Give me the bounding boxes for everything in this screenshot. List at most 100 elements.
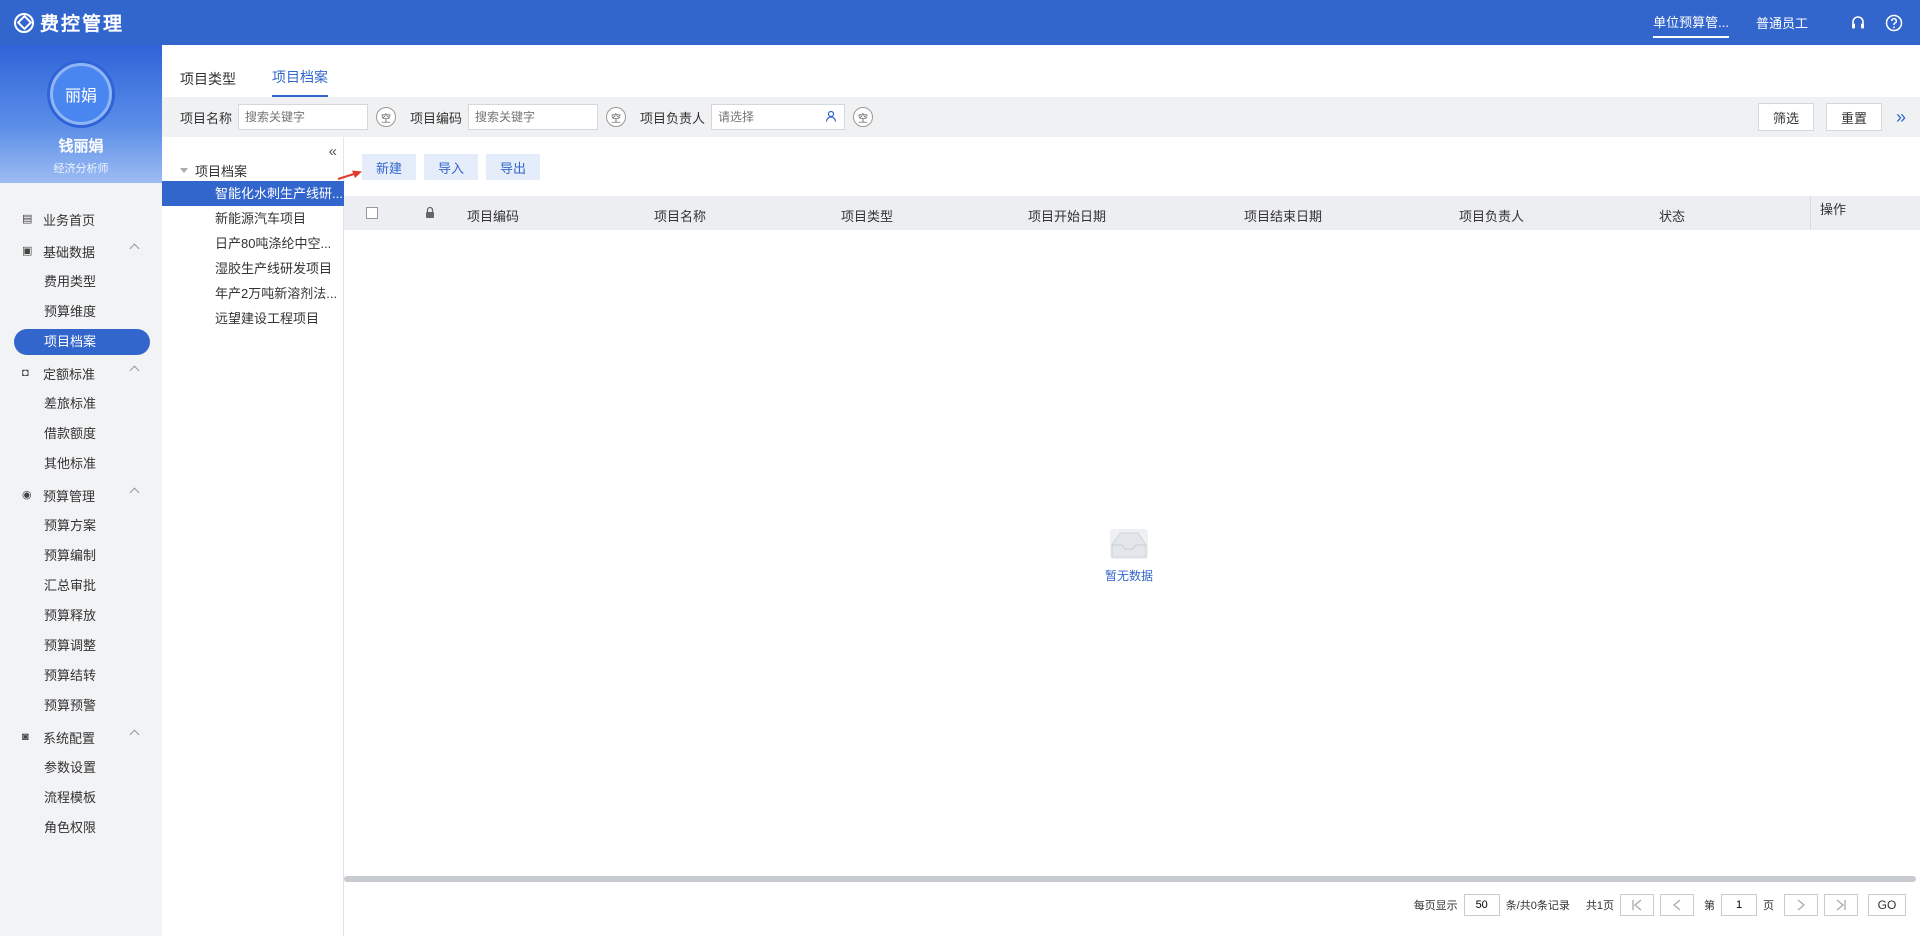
column-header-code[interactable]: 项目编码 bbox=[467, 206, 519, 225]
nav-item-budget-adjust[interactable]: 预算调整 bbox=[0, 633, 162, 659]
chevron-up-icon bbox=[129, 365, 140, 376]
page-number-input[interactable] bbox=[1721, 894, 1757, 916]
nav-group-config[interactable]: ◙ 系统配置 bbox=[0, 723, 162, 751]
nav-item-budget-warning[interactable]: 预算预警 bbox=[0, 693, 162, 719]
project-code-input[interactable] bbox=[468, 104, 599, 130]
tab-project-type[interactable]: 项目类型 bbox=[180, 69, 236, 97]
headset-icon[interactable] bbox=[1848, 13, 1868, 33]
chevron-up-icon bbox=[129, 243, 140, 254]
column-header-status[interactable]: 状态 bbox=[1659, 206, 1685, 225]
monitor-icon: ▣ bbox=[22, 245, 33, 257]
user-menu[interactable]: 普通员工 bbox=[1756, 13, 1808, 32]
clear-name-button[interactable]: 空 bbox=[376, 107, 397, 127]
new-button[interactable]: 新建 bbox=[362, 154, 417, 180]
action-toolbar: 新建 导入 导出 bbox=[362, 154, 548, 180]
nav-item-expense-type[interactable]: 费用类型 bbox=[0, 269, 162, 295]
annotation-arrow-icon bbox=[337, 170, 362, 180]
nav-group-budget[interactable]: ◉ 预算管理 bbox=[0, 481, 162, 509]
nav-item-budget-release[interactable]: 预算释放 bbox=[0, 603, 162, 629]
import-button[interactable]: 导入 bbox=[424, 154, 479, 180]
nav-item-role-permission[interactable]: 角色权限 bbox=[0, 815, 162, 841]
profile-name: 钱丽娟 bbox=[58, 138, 104, 155]
nav-group-quota[interactable]: ◘ 定额标准 bbox=[0, 359, 162, 387]
sidebar: 丽娟 钱丽娟 经济分析师 ▤ 业务首页 ▣ 基础数据 费用类型 预算维度 项目档… bbox=[0, 45, 162, 936]
per-page-label: 每页显示 bbox=[1413, 900, 1458, 912]
nav-item-budget-compile[interactable]: 预算编制 bbox=[0, 543, 162, 569]
project-name-label: 项目名称 bbox=[180, 110, 233, 126]
tree-root-label: 项目档案 bbox=[195, 164, 248, 179]
nav-item-summary-approval[interactable]: 汇总审批 bbox=[0, 573, 162, 599]
tree-node[interactable]: 新能源汽车项目 bbox=[162, 206, 344, 231]
nav-home-label: 业务首页 bbox=[43, 212, 96, 228]
column-header-name[interactable]: 项目名称 bbox=[654, 206, 706, 225]
project-name-input[interactable] bbox=[238, 104, 369, 130]
page-suffix: 页 bbox=[1763, 900, 1774, 912]
pagination: 每页显示 条/共0条记录 共1页 第 页 GO bbox=[344, 882, 1920, 928]
logo-icon bbox=[14, 12, 34, 33]
nav-item-budget-dimension[interactable]: 预算维度 bbox=[0, 299, 162, 325]
truck-icon: ◙ bbox=[22, 731, 29, 743]
nav-item-loan-limit[interactable]: 借款额度 bbox=[0, 421, 162, 447]
nav-item-project-archive[interactable]: 项目档案 bbox=[14, 329, 150, 355]
total-pages: 共1页 bbox=[1585, 900, 1614, 912]
go-button[interactable]: GO bbox=[1868, 894, 1906, 916]
tree-node[interactable]: 湿胶生产线研发项目 bbox=[162, 256, 344, 281]
last-page-icon bbox=[1836, 899, 1846, 911]
money-bag-icon: ◉ bbox=[22, 489, 32, 501]
first-page-icon bbox=[1632, 899, 1642, 911]
empty-state: 暂无数据 bbox=[1105, 525, 1153, 584]
table-header: 项目编码 项目名称 项目类型 项目开始日期 项目结束日期 项目负责人 状态 操作 bbox=[344, 196, 1920, 230]
briefcase-icon: ◘ bbox=[22, 367, 29, 379]
nav-item-budget-carryover[interactable]: 预算结转 bbox=[0, 663, 162, 689]
empty-inbox-icon bbox=[1110, 529, 1148, 559]
tab-bar: 项目类型 项目档案 bbox=[162, 45, 1920, 97]
nav-item-other-standard[interactable]: 其他标准 bbox=[0, 451, 162, 477]
avatar[interactable]: 丽娟 bbox=[50, 63, 112, 125]
app-logo[interactable]: 费控管理 bbox=[14, 9, 124, 36]
project-tree: « 项目档案 智能化水刺生产线研... 新能源汽车项目 日产80吨涤纶中空...… bbox=[162, 137, 344, 936]
tree-node[interactable]: 远望建设工程项目 bbox=[162, 306, 344, 331]
collapse-tree-icon[interactable]: « bbox=[329, 143, 337, 160]
tree-node[interactable]: 日产80吨涤纶中空... bbox=[162, 231, 344, 256]
caret-down-icon[interactable] bbox=[180, 168, 188, 173]
tree-node[interactable]: 年产2万吨新溶剂法... bbox=[162, 281, 344, 306]
app-title: 费控管理 bbox=[40, 14, 125, 35]
profile-title: 经济分析师 bbox=[53, 163, 109, 175]
nav-item-parameters[interactable]: 参数设置 bbox=[0, 755, 162, 781]
filter-button[interactable]: 筛选 bbox=[1757, 103, 1814, 131]
chevron-up-icon bbox=[129, 729, 140, 740]
last-page-button[interactable] bbox=[1824, 894, 1858, 916]
clear-owner-button[interactable]: 空 bbox=[853, 107, 874, 127]
column-header-start-date[interactable]: 项目开始日期 bbox=[1028, 206, 1106, 225]
prev-page-button[interactable] bbox=[1660, 894, 1694, 916]
page-prefix: 第 bbox=[1704, 900, 1715, 912]
person-icon[interactable] bbox=[825, 110, 837, 125]
column-header-type[interactable]: 项目类型 bbox=[841, 206, 893, 225]
reset-button[interactable]: 重置 bbox=[1825, 103, 1882, 131]
column-header-end-date[interactable]: 项目结束日期 bbox=[1244, 206, 1322, 225]
export-button[interactable]: 导出 bbox=[486, 154, 541, 180]
nav-item-travel-standard[interactable]: 差旅标准 bbox=[0, 391, 162, 417]
select-all-checkbox[interactable] bbox=[366, 207, 378, 219]
user-profile: 丽娟 钱丽娟 经济分析师 bbox=[0, 45, 162, 183]
nav-group-label: 定额标准 bbox=[43, 366, 96, 382]
tree-node[interactable]: 智能化水刺生产线研... bbox=[162, 181, 344, 206]
help-icon[interactable] bbox=[1884, 13, 1904, 33]
chevron-left-icon bbox=[1672, 899, 1681, 911]
nav-group-basic[interactable]: ▣ 基础数据 bbox=[0, 237, 162, 265]
expand-filter-icon[interactable]: » bbox=[1896, 107, 1906, 128]
role-switcher[interactable]: 单位预算管... bbox=[1653, 12, 1729, 38]
tree-root[interactable]: 项目档案 bbox=[180, 161, 247, 180]
first-page-button[interactable] bbox=[1620, 894, 1654, 916]
next-page-button[interactable] bbox=[1784, 894, 1818, 916]
nav-item-budget-plan[interactable]: 预算方案 bbox=[0, 513, 162, 539]
nav-home[interactable]: ▤ 业务首页 bbox=[0, 205, 162, 233]
nav-item-workflow-template[interactable]: 流程模板 bbox=[0, 785, 162, 811]
nav-group-label: 预算管理 bbox=[43, 488, 96, 504]
per-page-input[interactable] bbox=[1463, 894, 1500, 916]
chevron-right-icon bbox=[1797, 899, 1806, 911]
clear-code-button[interactable]: 空 bbox=[606, 107, 627, 127]
tab-project-archive[interactable]: 项目档案 bbox=[272, 67, 328, 97]
column-header-owner[interactable]: 项目负责人 bbox=[1459, 206, 1524, 225]
project-code-label: 项目编码 bbox=[410, 110, 463, 126]
